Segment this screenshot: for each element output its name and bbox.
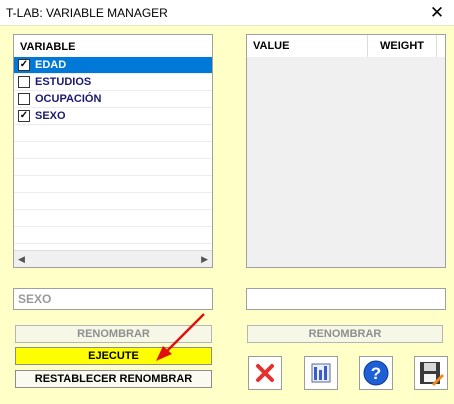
rename-value-button[interactable]: RENOMBRAR xyxy=(247,325,443,343)
rename-variable-input[interactable]: SEXO xyxy=(13,288,213,310)
value-column-header: VALUE xyxy=(253,40,290,52)
window-title: T-LAB: VARIABLE MANAGER xyxy=(6,6,168,20)
checkbox[interactable]: ✓ xyxy=(18,110,30,122)
value-weight-header: VALUE WEIGHT xyxy=(247,35,445,57)
empty-row xyxy=(14,210,212,227)
value-weight-panel: VALUE WEIGHT xyxy=(246,34,446,268)
column-divider xyxy=(367,35,368,57)
delete-icon xyxy=(256,364,274,382)
title-bar: T-LAB: VARIABLE MANAGER ✕ xyxy=(0,0,454,26)
chart-button[interactable] xyxy=(304,356,338,390)
variable-column-header: VARIABLE xyxy=(14,35,212,59)
list-item-sexo[interactable]: ✓ SEXO xyxy=(14,108,212,125)
checkbox[interactable]: ✓ xyxy=(18,59,30,71)
empty-row xyxy=(14,227,212,244)
rename-value-input[interactable] xyxy=(246,288,446,310)
checkbox[interactable] xyxy=(18,93,30,105)
list-item-ocupacion[interactable]: OCUPACIÓN xyxy=(14,91,212,108)
empty-row xyxy=(14,176,212,193)
annotation-arrow xyxy=(156,313,205,361)
horizontal-scrollbar[interactable]: ◀ ▶ xyxy=(14,250,212,267)
empty-row xyxy=(14,125,212,142)
variable-label: OCUPACIÓN xyxy=(35,93,102,105)
scroll-right-icon[interactable]: ▶ xyxy=(201,254,208,265)
save-button[interactable] xyxy=(414,356,448,390)
variable-label: EDAD xyxy=(35,59,67,71)
list-item-estudios[interactable]: ESTUDIOS xyxy=(14,74,212,91)
variable-list: ✓ EDAD ESTUDIOS OCUPACIÓN ✓ SEXO xyxy=(14,57,212,244)
variable-label: ESTUDIOS xyxy=(35,76,92,88)
variable-list-panel: VARIABLE ✓ EDAD ESTUDIOS OCUPACIÓN ✓ SEX… xyxy=(13,34,213,268)
empty-row xyxy=(14,142,212,159)
help-button[interactable]: ? xyxy=(359,356,393,390)
chart-bars-icon xyxy=(311,363,331,383)
variable-label: SEXO xyxy=(35,110,66,122)
close-button[interactable]: ✕ xyxy=(420,0,454,26)
svg-text:?: ? xyxy=(371,364,381,383)
reset-rename-button[interactable]: RESTABLECER RENOMBRAR xyxy=(15,370,212,388)
list-item-edad[interactable]: ✓ EDAD xyxy=(14,57,212,74)
close-icon: ✕ xyxy=(429,3,445,22)
empty-row xyxy=(14,193,212,210)
delete-button[interactable] xyxy=(248,356,282,390)
save-icon xyxy=(420,362,444,386)
scroll-left-icon[interactable]: ◀ xyxy=(18,254,25,265)
checkbox[interactable] xyxy=(18,76,30,88)
help-icon: ? xyxy=(363,360,389,386)
weight-column-header: WEIGHT xyxy=(380,40,424,52)
empty-row xyxy=(14,159,212,176)
column-divider xyxy=(436,35,437,57)
